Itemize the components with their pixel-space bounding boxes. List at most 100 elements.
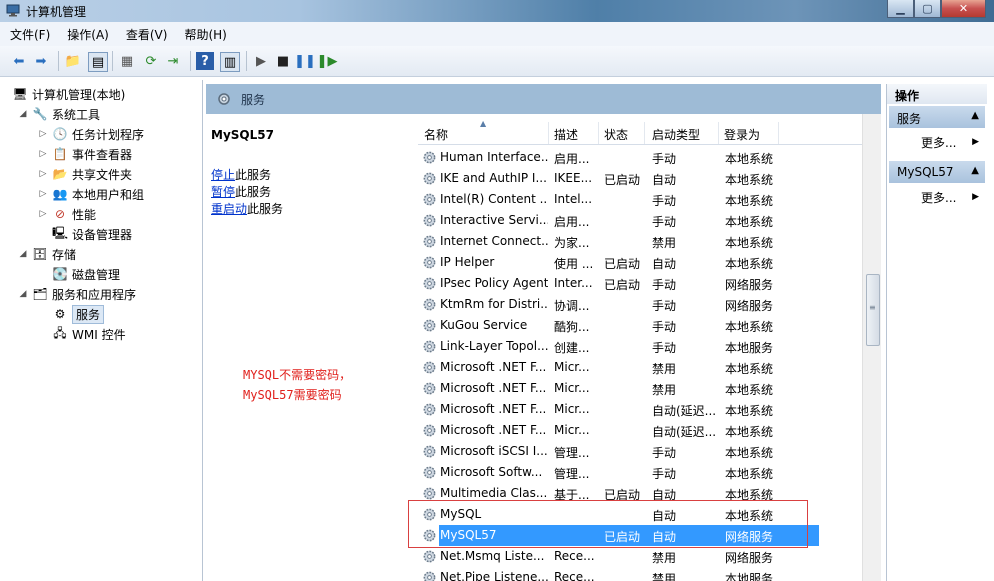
service-logon: 网络服务 [725, 278, 774, 292]
service-description: Rece... [554, 549, 595, 563]
service-name: Internet Connect... [440, 234, 548, 248]
refresh-icon[interactable]: ⟳ [142, 52, 160, 70]
scrollbar-thumb[interactable]: ≡ [866, 274, 880, 346]
stop-service-icon[interactable]: ■ [274, 52, 292, 70]
column-name[interactable]: 名称 [424, 126, 448, 143]
menu-file[interactable]: 文件(F) [0, 26, 57, 43]
service-gear-icon [423, 235, 436, 248]
service-row[interactable]: Link-Layer Topol... 创建... 手动 本地服务 [418, 336, 870, 357]
service-row[interactable]: Microsoft .NET F... Micr... 自动(延迟... 本地系统 [418, 420, 870, 441]
service-description: Rece... [554, 570, 595, 581]
service-gear-icon [423, 298, 436, 311]
shared-folder-icon: 📂 [52, 167, 68, 181]
service-gear-icon [423, 172, 436, 185]
tree-item-local-users[interactable]: ▷ 👥 本地用户和组 [38, 184, 144, 204]
pause-service-link[interactable]: 暂停 [211, 185, 235, 199]
service-logon: 本地系统 [725, 152, 774, 166]
collapse-arrow-icon[interactable]: ▲ [971, 165, 979, 176]
vertical-scrollbar[interactable]: ≡ [862, 114, 881, 581]
service-row[interactable]: Interactive Servi... 启用... 手动 本地系统 [418, 210, 870, 231]
service-row[interactable]: Internet Connect... 为家... 禁用 本地系统 [418, 231, 870, 252]
menu-action[interactable]: 操作(A) [57, 26, 116, 43]
actions-header: 操作 [887, 84, 987, 104]
services-gear-icon: ⚙ [54, 307, 66, 321]
service-row[interactable]: Microsoft .NET F... Micr... 自动(延迟... 本地系统 [418, 399, 870, 420]
service-gear-icon [423, 550, 436, 563]
tree-item-wmi[interactable]: 🖧 WMI 控件 [52, 324, 125, 344]
tree-item-root[interactable]: 🖥 计算机管理(本地) [12, 84, 125, 104]
service-row[interactable]: Microsoft iSCSI I... 管理... 手动 本地系统 [418, 441, 870, 462]
service-row[interactable]: Microsoft .NET F... Micr... 禁用 本地系统 [418, 378, 870, 399]
service-row[interactable]: Net.Pipe Listene... Rece... 禁用 本地服务 [418, 567, 870, 581]
show-action-pane-icon[interactable]: ▥ [220, 52, 240, 72]
tree-item-task-scheduler[interactable]: ▷ 🕓 任务计划程序 [38, 124, 144, 144]
service-row[interactable]: KuGou Service 酷狗... 手动 本地系统 [418, 315, 870, 336]
maximize-button[interactable]: ▢ [914, 0, 941, 18]
service-name: IKE and AuthIP I... [440, 171, 547, 185]
service-gear-icon [423, 340, 436, 353]
restart-service-icon[interactable]: ❚▶ [317, 52, 338, 70]
close-button[interactable]: ✕ [941, 0, 986, 18]
selected-service-name: MySQL57 [211, 128, 274, 142]
tree-item-shared-folders[interactable]: ▷ 📂 共享文件夹 [38, 164, 132, 184]
pause-service-icon[interactable]: ❚❚ [294, 52, 316, 70]
service-row[interactable]: IKE and AuthIP I... IKEE... 已启动 自动 本地系统 [418, 168, 870, 189]
service-row[interactable]: Intel(R) Content ... Intel... 手动 本地系统 [418, 189, 870, 210]
tree-item-device-manager[interactable]: 🖳 设备管理器 [52, 224, 132, 244]
tree-item-services[interactable]: ⚙ 服务 [52, 304, 105, 324]
tree-item-disk-management[interactable]: 💽 磁盘管理 [52, 264, 121, 284]
service-row[interactable]: KtmRm for Distri... 协调... 手动 网络服务 [418, 294, 870, 315]
collapse-icon[interactable]: ◢ [18, 249, 28, 259]
expand-icon[interactable]: ▷ [38, 209, 48, 219]
service-row[interactable]: IPsec Policy Agent Inter... 已启动 手动 网络服务 [418, 273, 870, 294]
actions-more-mysql57[interactable]: 更多... [921, 189, 956, 206]
restart-service-link[interactable]: 重启动 [211, 202, 247, 216]
menu-help[interactable]: 帮助(H) [174, 26, 233, 43]
column-startup-type[interactable]: 启动类型 [652, 126, 700, 143]
expand-icon[interactable]: ▷ [38, 169, 48, 179]
collapse-icon[interactable]: ◢ [18, 109, 28, 119]
properties-icon[interactable]: ▦ [118, 52, 136, 70]
service-row[interactable]: Human Interface... 启用... 手动 本地系统 [418, 147, 870, 168]
menu-view[interactable]: 查看(V) [116, 26, 175, 43]
service-name: Microsoft .NET F... [440, 360, 547, 374]
service-name: Link-Layer Topol... [440, 339, 548, 353]
show-tree-icon[interactable]: ▤ [88, 52, 108, 72]
help-icon[interactable]: ? [196, 52, 214, 70]
tree-item-performance[interactable]: ▷ ⊘ 性能 [38, 204, 96, 224]
column-description[interactable]: 描述 [554, 126, 578, 143]
service-startup-type: 禁用 [652, 551, 677, 565]
expand-icon[interactable]: ▷ [38, 189, 48, 199]
actions-more-services[interactable]: 更多... [921, 134, 956, 151]
up-folder-icon[interactable]: 📁 [64, 52, 82, 70]
actions-section-services[interactable]: 服务 ▲ [889, 106, 985, 128]
highlight-box [408, 500, 808, 548]
minimize-button[interactable]: ▁ [887, 0, 914, 18]
tree-item-services-apps[interactable]: ◢ 🗂 服务和应用程序 [18, 284, 136, 304]
expand-icon[interactable]: ▷ [38, 149, 48, 159]
service-row[interactable]: Net.Msmq Liste... Rece... 禁用 网络服务 [418, 546, 870, 567]
service-row[interactable]: Microsoft .NET F... Micr... 禁用 本地系统 [418, 357, 870, 378]
tree-item-event-viewer[interactable]: ▷ 📋 事件查看器 [38, 144, 132, 164]
tree-item-storage[interactable]: ◢ 🗄 存储 [18, 244, 76, 264]
back-icon[interactable]: ⬅ [10, 52, 28, 70]
start-service-icon[interactable]: ▶ [252, 52, 270, 70]
forward-icon[interactable]: ➡ [32, 52, 50, 70]
collapse-arrow-icon[interactable]: ▲ [971, 110, 979, 121]
tree-item-system-tools[interactable]: ◢ 🔧 系统工具 [18, 104, 100, 124]
expand-icon[interactable]: ▷ [38, 129, 48, 139]
actions-section-mysql57[interactable]: MySQL57 ▲ [889, 161, 985, 183]
service-gear-icon [423, 382, 436, 395]
storage-icon: 🗄 [32, 247, 48, 261]
service-gear-icon [423, 424, 436, 437]
stop-service-link[interactable]: 停止 [211, 168, 235, 182]
collapse-icon[interactable]: ◢ [18, 289, 28, 299]
column-status[interactable]: 状态 [604, 126, 628, 143]
service-startup-type: 禁用 [652, 383, 677, 397]
column-logon-as[interactable]: 登录为 [724, 126, 760, 143]
export-list-icon[interactable]: ⇥ [164, 52, 182, 70]
service-logon: 本地系统 [725, 173, 774, 187]
service-row[interactable]: IP Helper 使用 ... 已启动 自动 本地系统 [418, 252, 870, 273]
annotation-line-2: MySQL57需要密码 [243, 388, 342, 402]
service-row[interactable]: Microsoft Softw... 管理... 手动 本地系统 [418, 462, 870, 483]
